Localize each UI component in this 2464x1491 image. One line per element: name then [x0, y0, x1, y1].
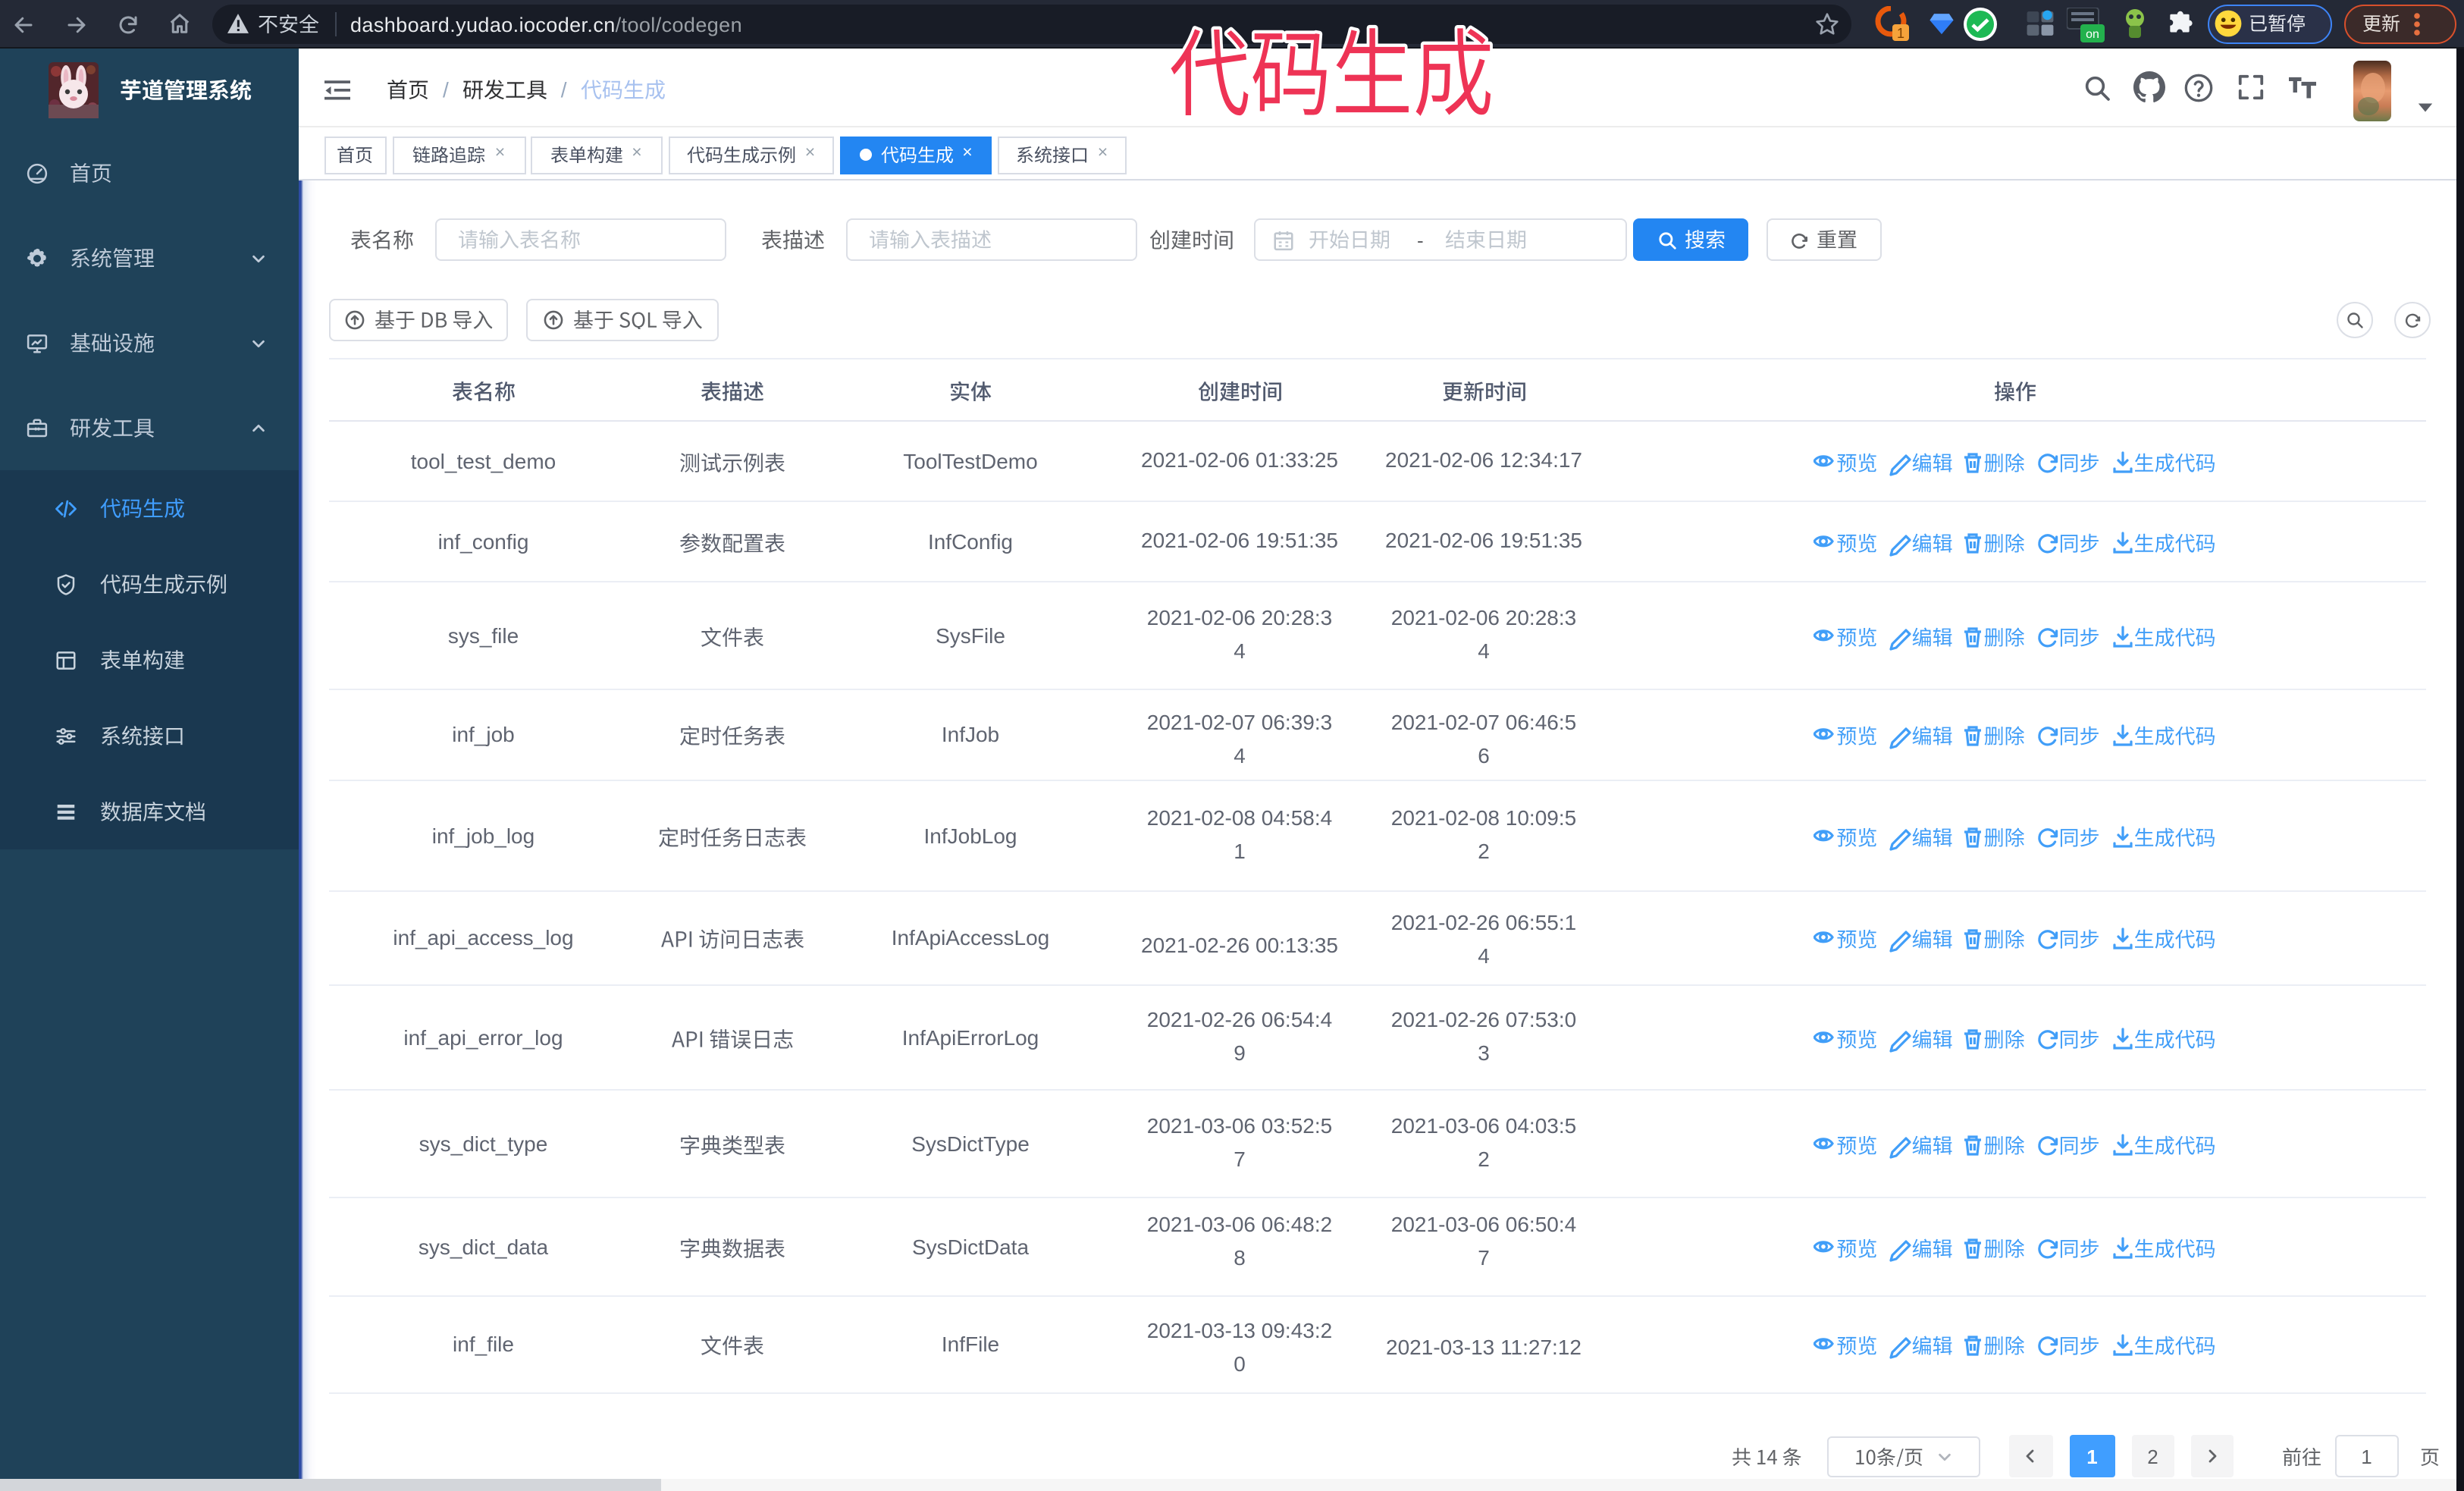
svg-text:1: 1 [1897, 26, 1904, 41]
svg-text:on: on [2086, 28, 2099, 41]
